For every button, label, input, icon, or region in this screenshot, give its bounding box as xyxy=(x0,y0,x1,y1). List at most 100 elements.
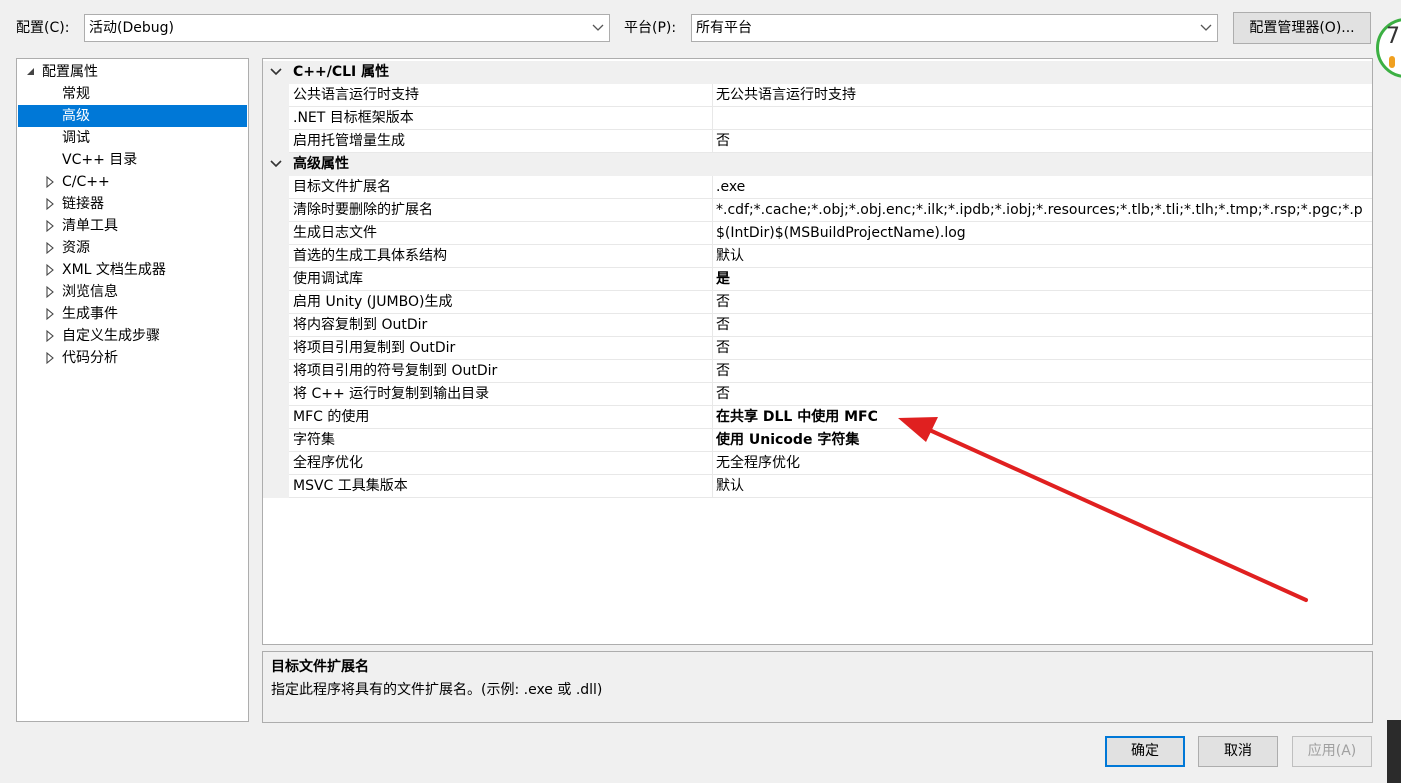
property-value[interactable]: 无全程序优化 xyxy=(716,452,1372,474)
collapsed-triangle-icon[interactable] xyxy=(45,193,55,215)
property-row[interactable]: 首选的生成工具体系结构 默认 xyxy=(263,245,1372,268)
grid-category[interactable]: C++/CLI 属性 xyxy=(263,61,1372,84)
column-divider[interactable] xyxy=(712,268,713,291)
tree-item[interactable]: 清单工具 xyxy=(18,215,247,237)
column-divider[interactable] xyxy=(712,222,713,245)
tree-item[interactable]: XML 文档生成器 xyxy=(18,259,247,281)
row-gutter xyxy=(263,268,289,291)
tree-item[interactable]: 常规 xyxy=(18,83,247,105)
collapsed-triangle-icon[interactable] xyxy=(45,215,55,237)
property-value[interactable]: 默认 xyxy=(716,475,1372,497)
column-divider[interactable] xyxy=(712,84,713,107)
column-divider[interactable] xyxy=(712,337,713,360)
tree-item-label: 资源 xyxy=(62,240,90,256)
apply-button[interactable]: 应用(A) xyxy=(1292,736,1372,767)
column-divider[interactable] xyxy=(712,452,713,475)
category-tree[interactable]: 配置属性 常规 高级 调试 VC++ 目录 C/C++ 链接器清单工具资源 XML 文档生成… xyxy=(16,58,249,722)
property-row[interactable]: 目标文件扩展名 .exe xyxy=(263,176,1372,199)
grid-category[interactable]: 高级属性 xyxy=(263,153,1372,176)
column-divider[interactable] xyxy=(712,107,713,130)
config-manager-button[interactable]: 配置管理器(O)... xyxy=(1233,12,1371,44)
property-row[interactable]: MSVC 工具集版本 默认 xyxy=(263,475,1372,498)
property-row[interactable]: 公共语言运行时支持 无公共语言运行时支持 xyxy=(263,84,1372,107)
property-row[interactable]: 全程序优化 无全程序优化 xyxy=(263,452,1372,475)
tree-item[interactable]: 资源 xyxy=(18,237,247,259)
property-row[interactable]: 字符集 使用 Unicode 字符集 xyxy=(263,429,1372,452)
property-row[interactable]: 将内容复制到 OutDir 否 xyxy=(263,314,1372,337)
property-name: 目标文件扩展名 xyxy=(293,179,391,195)
column-divider[interactable] xyxy=(712,383,713,406)
ok-button[interactable]: 确定 xyxy=(1105,736,1185,767)
property-name: 全程序优化 xyxy=(293,455,363,471)
property-value[interactable] xyxy=(716,107,1372,129)
property-row[interactable]: MFC 的使用 在共享 DLL 中使用 MFC xyxy=(263,406,1372,429)
property-value[interactable]: 否 xyxy=(716,130,1372,152)
collapsed-triangle-icon[interactable] xyxy=(45,303,55,325)
collapsed-triangle-icon[interactable] xyxy=(45,281,55,303)
property-value[interactable]: 否 xyxy=(716,337,1372,359)
property-value[interactable]: 否 xyxy=(716,360,1372,382)
column-divider[interactable] xyxy=(712,360,713,383)
chevron-down-icon[interactable] xyxy=(269,66,283,78)
tree-item-label: 清单工具 xyxy=(62,218,118,234)
collapsed-triangle-icon[interactable] xyxy=(45,171,55,193)
tree-item[interactable]: 自定义生成步骤 xyxy=(18,325,247,347)
row-gutter xyxy=(263,222,289,245)
platform-dropdown[interactable]: 所有平台 xyxy=(691,14,1218,42)
property-row[interactable]: 清除时要删除的扩展名 *.cdf;*.cache;*.obj;*.obj.enc;… xyxy=(263,199,1372,222)
property-row[interactable]: 将项目引用的符号复制到 OutDir 否 xyxy=(263,360,1372,383)
tree-item[interactable]: VC++ 目录 xyxy=(18,149,247,171)
property-value[interactable]: 否 xyxy=(716,291,1372,313)
property-row[interactable]: .NET 目标框架版本 xyxy=(263,107,1372,130)
property-value[interactable]: 否 xyxy=(716,314,1372,336)
tree-item[interactable]: 浏览信息 xyxy=(18,281,247,303)
chevron-down-icon[interactable] xyxy=(269,158,283,170)
tree-item[interactable]: 调试 xyxy=(18,127,247,149)
description-title: 目标文件扩展名 xyxy=(271,659,369,675)
row-gutter xyxy=(263,475,289,498)
property-name: MFC 的使用 xyxy=(293,409,370,425)
column-divider[interactable] xyxy=(712,130,713,153)
collapsed-triangle-icon[interactable] xyxy=(45,237,55,259)
tree-item[interactable]: C/C++ xyxy=(18,171,247,193)
property-value[interactable]: 是 xyxy=(716,268,1372,290)
property-value[interactable]: 否 xyxy=(716,383,1372,405)
column-divider[interactable] xyxy=(712,429,713,452)
property-row[interactable]: 生成日志文件 $(IntDir)$(MSBuildProjectName).log xyxy=(263,222,1372,245)
property-row[interactable]: 将 C++ 运行时复制到输出目录 否 xyxy=(263,383,1372,406)
property-row[interactable]: 启用托管增量生成 否 xyxy=(263,130,1372,153)
property-value[interactable]: 使用 Unicode 字符集 xyxy=(716,429,1372,451)
property-value[interactable]: 无公共语言运行时支持 xyxy=(716,84,1372,106)
column-divider[interactable] xyxy=(712,199,713,222)
tree-item-label: XML 文档生成器 xyxy=(62,262,166,278)
collapsed-triangle-icon[interactable] xyxy=(45,325,55,347)
property-value[interactable]: 默认 xyxy=(716,245,1372,267)
tree-item[interactable]: 代码分析 xyxy=(18,347,247,369)
property-row[interactable]: 启用 Unity (JUMBO)生成 否 xyxy=(263,291,1372,314)
collapsed-triangle-icon[interactable] xyxy=(45,259,55,281)
config-dropdown[interactable]: 活动(Debug) xyxy=(84,14,610,42)
tree-root-config-properties[interactable]: 配置属性 xyxy=(18,61,247,83)
window-edge xyxy=(1387,720,1401,783)
column-divider[interactable] xyxy=(712,176,713,199)
tree-item[interactable]: 链接器 xyxy=(18,193,247,215)
column-divider[interactable] xyxy=(712,406,713,429)
column-divider[interactable] xyxy=(712,475,713,498)
cancel-button[interactable]: 取消 xyxy=(1198,736,1278,767)
tree-item-label: C/C++ xyxy=(62,174,110,190)
property-row[interactable]: 将项目引用复制到 OutDir 否 xyxy=(263,337,1372,360)
config-dropdown-value: 活动(Debug) xyxy=(89,20,174,36)
column-divider[interactable] xyxy=(712,291,713,314)
property-value[interactable]: .exe xyxy=(716,176,1372,198)
tree-item[interactable]: 生成事件 xyxy=(18,303,247,325)
row-gutter xyxy=(263,291,289,314)
property-value[interactable]: 在共享 DLL 中使用 MFC xyxy=(716,406,1372,428)
property-row[interactable]: 使用调试库 是 xyxy=(263,268,1372,291)
column-divider[interactable] xyxy=(712,314,713,337)
tree-item[interactable]: 高级 xyxy=(18,105,247,127)
property-value[interactable]: $(IntDir)$(MSBuildProjectName).log xyxy=(716,222,1372,244)
property-grid[interactable]: C++/CLI 属性 公共语言运行时支持 无公共语言运行时支持 .NET 目标框架版本… xyxy=(262,58,1373,645)
column-divider[interactable] xyxy=(712,245,713,268)
collapsed-triangle-icon[interactable] xyxy=(45,347,55,369)
property-value[interactable]: *.cdf;*.cache;*.obj;*.obj.enc;*.ilk;*.ip… xyxy=(716,199,1372,221)
